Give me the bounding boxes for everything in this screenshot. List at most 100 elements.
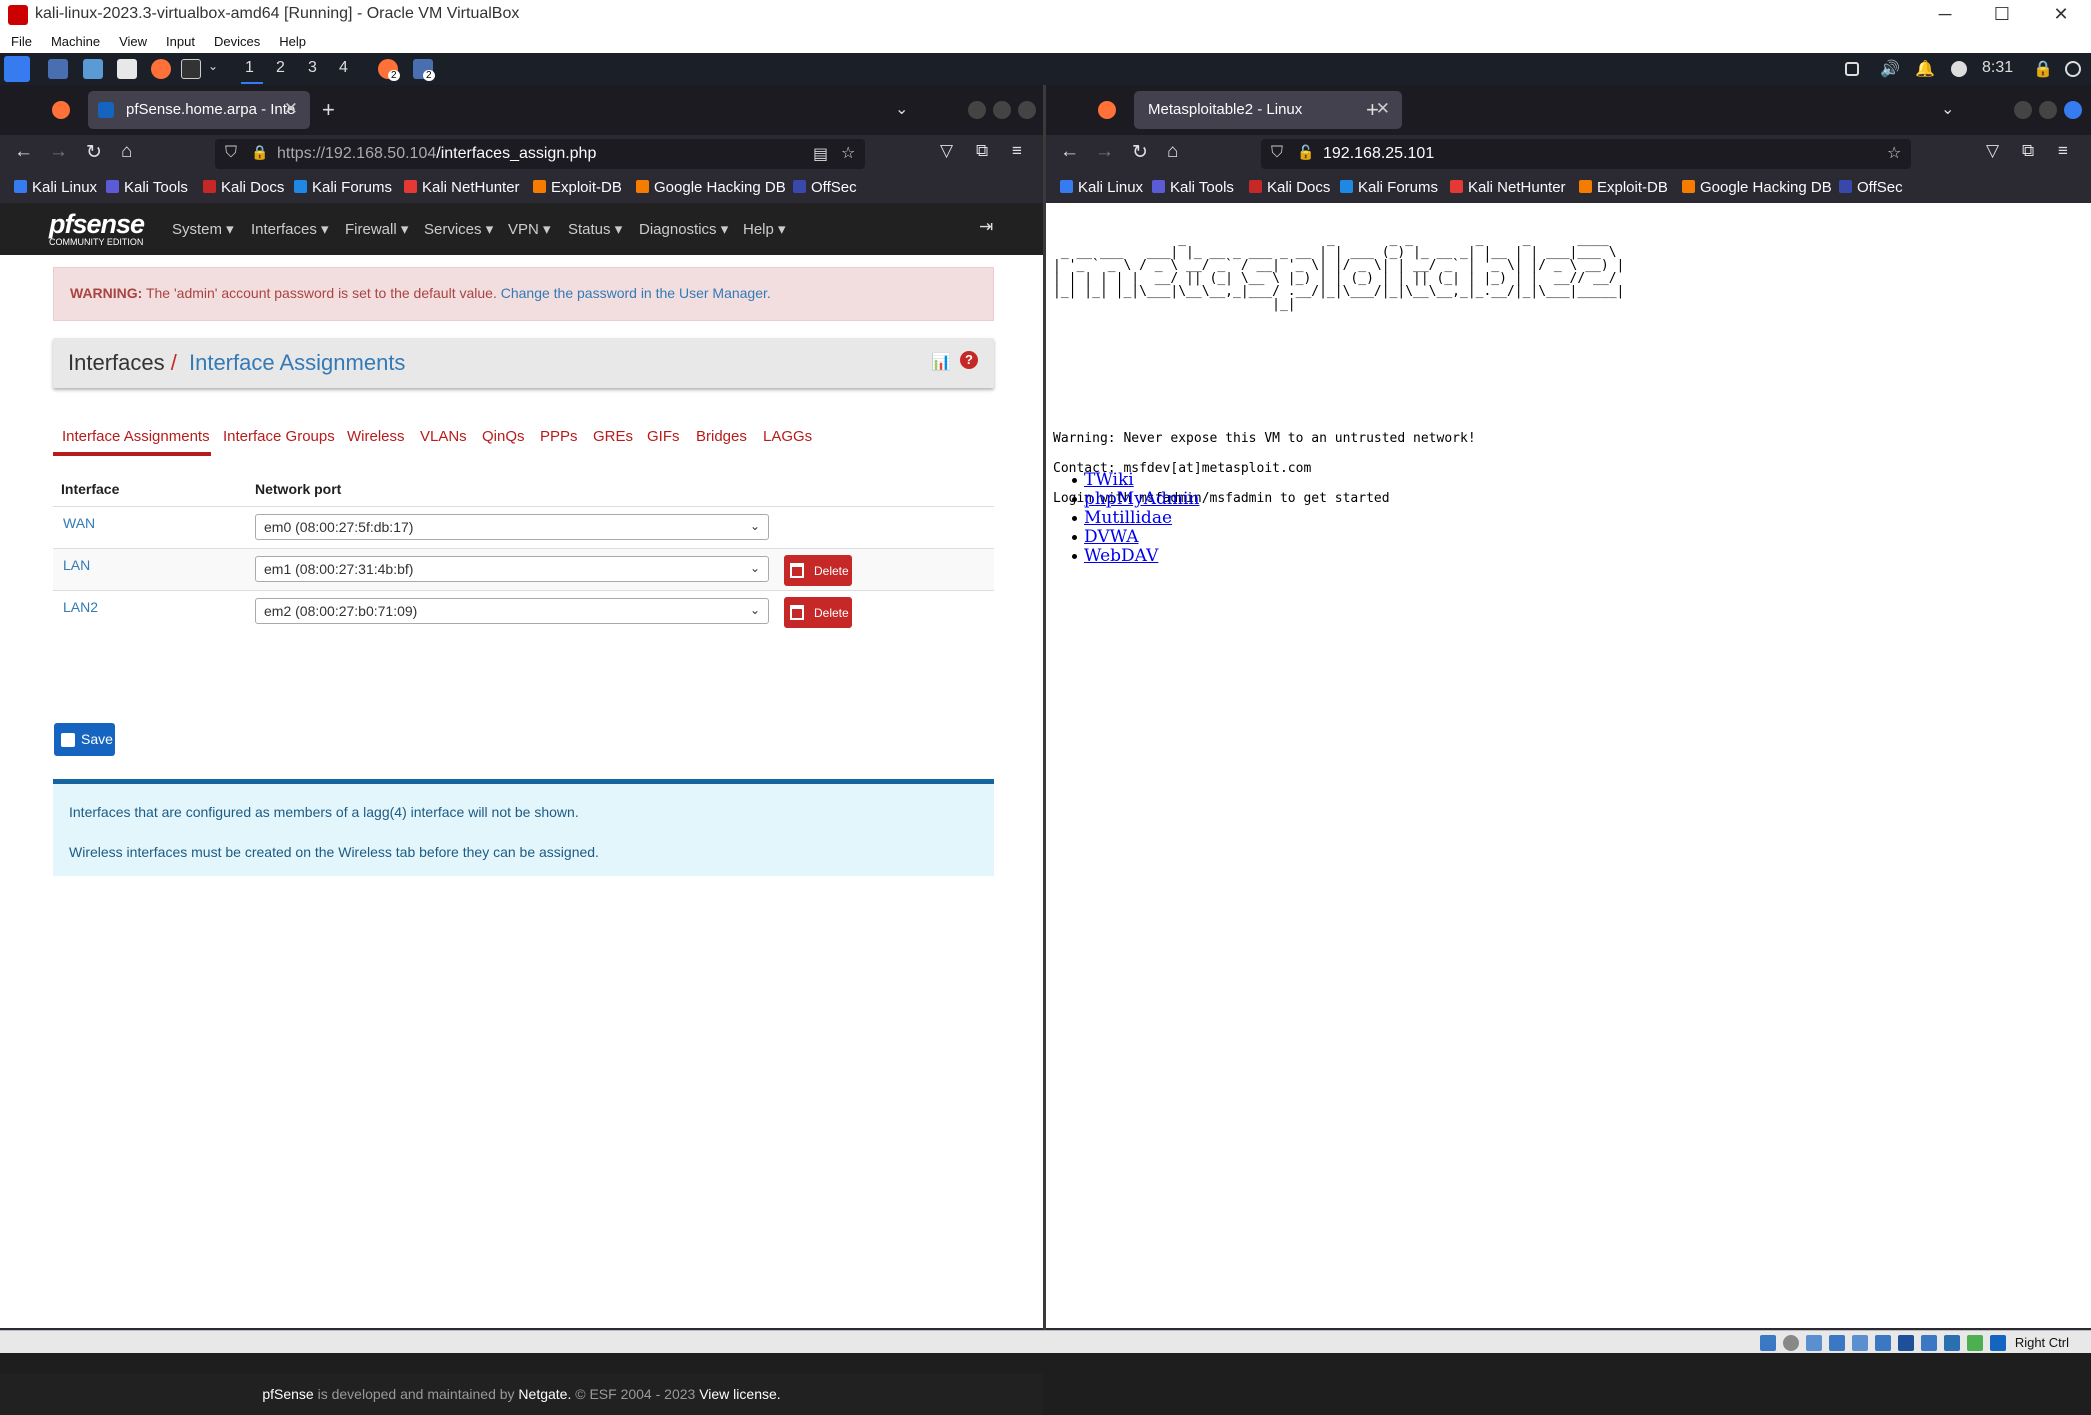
file-manager-icon[interactable] <box>83 59 103 79</box>
desktop-icon[interactable] <box>48 59 68 79</box>
nav-status[interactable]: Status ▾ <box>568 220 622 238</box>
tab-vlans[interactable]: VLANs <box>420 428 467 445</box>
bookmark-kali-nethunter[interactable]: Kali NetHunter <box>404 179 520 196</box>
tab-gres[interactable]: GREs <box>593 428 633 445</box>
firefox-icon[interactable] <box>151 59 171 79</box>
webdav-link[interactable]: WebDAV <box>1084 546 1158 566</box>
breadcrumb-root[interactable]: Interfaces <box>68 350 165 375</box>
tab-metasploitable[interactable]: Metasploitable2 - Linux ✕ <box>1134 91 1402 129</box>
save-button[interactable]: Save <box>54 723 115 756</box>
twiki-link[interactable]: TWiki <box>1084 470 1134 490</box>
menu-devices[interactable]: Devices <box>203 30 268 49</box>
chart-icon[interactable]: 📊 <box>931 352 951 372</box>
home-icon[interactable]: ⌂ <box>121 141 132 163</box>
breadcrumb-current[interactable]: Interface Assignments <box>189 350 405 375</box>
tab-interface-assignments[interactable]: Interface Assignments <box>62 428 210 445</box>
help-icon[interactable]: ? <box>960 351 978 369</box>
change-password-link[interactable]: Change the password in the User Manager. <box>501 285 771 301</box>
new-tab-icon[interactable]: + <box>322 97 335 123</box>
shield-icon[interactable]: ⛉ <box>1271 144 1283 162</box>
chevron-down-icon[interactable]: ⌄ <box>208 59 218 73</box>
nav-help[interactable]: Help ▾ <box>743 220 786 238</box>
firefox-view-icon[interactable] <box>1098 101 1116 119</box>
tab-bridges[interactable]: Bridges <box>696 428 747 445</box>
close-icon[interactable]: ✕ <box>2031 0 2091 30</box>
bookmark-kali-linux[interactable]: Kali Linux <box>14 179 97 196</box>
mutillidae-link[interactable]: Mutillidae <box>1084 508 1172 528</box>
dvwa-link[interactable]: DVWA <box>1084 527 1139 547</box>
power-icon[interactable] <box>1951 61 1967 77</box>
delete-button[interactable]: Delete <box>784 555 852 586</box>
netgate-link[interactable]: Netgate. <box>518 1386 571 1402</box>
nav-firewall[interactable]: Firewall ▾ <box>345 220 408 238</box>
back-icon[interactable]: ← <box>14 141 33 163</box>
menu-icon[interactable]: ≡ <box>1012 141 1022 161</box>
tab-qinqs[interactable]: QinQs <box>482 428 525 445</box>
close-window-icon[interactable] <box>2064 101 2082 119</box>
forward-icon[interactable]: → <box>49 141 68 163</box>
close-window-icon[interactable] <box>1018 101 1036 119</box>
bookmark-kali-docs[interactable]: Kali Docs <box>1249 179 1330 196</box>
menu-view[interactable]: View <box>108 30 155 49</box>
nav-services[interactable]: Services ▾ <box>424 220 493 238</box>
firefox-view-icon[interactable] <box>52 101 70 119</box>
display-icon[interactable] <box>1845 62 1859 76</box>
kali-menu-icon[interactable] <box>4 56 30 82</box>
display-icon[interactable] <box>1898 1335 1914 1351</box>
bookmark-exploit-db[interactable]: Exploit-DB <box>1579 179 1668 196</box>
pocket-icon[interactable]: ▽ <box>1986 141 1999 161</box>
maximize-window-icon[interactable] <box>993 101 1011 119</box>
tab-interface-groups[interactable]: Interface Groups <box>223 428 335 445</box>
audio-icon[interactable] <box>1806 1335 1822 1351</box>
terminal-icon[interactable] <box>181 59 201 79</box>
interface-link-lan2[interactable]: LAN2 <box>63 599 98 615</box>
text-editor-icon[interactable] <box>117 59 137 79</box>
menu-machine[interactable]: Machine <box>40 30 108 49</box>
network-port-select-lan2[interactable]: em2 (08:00:27:b0:71:09) ⌄ <box>255 598 769 624</box>
bookmark-exploit-db[interactable]: Exploit-DB <box>533 179 622 196</box>
bookmark-kali-linux[interactable]: Kali Linux <box>1060 179 1143 196</box>
network-icon[interactable] <box>1829 1335 1845 1351</box>
pocket-icon[interactable]: ▽ <box>940 141 953 161</box>
bookmark-kali-nethunter[interactable]: Kali NetHunter <box>1450 179 1566 196</box>
lock-warning-icon[interactable]: 🔒 <box>251 144 268 161</box>
bookmark-kali-tools[interactable]: Kali Tools <box>106 179 188 196</box>
close-tab-icon[interactable]: ✕ <box>284 99 298 119</box>
view-license-link[interactable]: View license. <box>699 1386 780 1402</box>
hard-disk-icon[interactable] <box>1760 1335 1776 1351</box>
tab-laggs[interactable]: LAGGs <box>763 428 812 445</box>
interface-link-lan[interactable]: LAN <box>63 557 90 573</box>
bookmark-star-icon[interactable]: ☆ <box>1887 143 1901 163</box>
bookmark-offsec[interactable]: OffSec <box>793 179 857 196</box>
bookmark-kali-tools[interactable]: Kali Tools <box>1152 179 1234 196</box>
nav-diagnostics[interactable]: Diagnostics ▾ <box>639 220 728 238</box>
minimize-window-icon[interactable] <box>2014 101 2032 119</box>
minimize-window-icon[interactable] <box>968 101 986 119</box>
network-port-select-lan[interactable]: em1 (08:00:27:31:4b:bf) ⌄ <box>255 556 769 582</box>
tab-wireless[interactable]: Wireless <box>347 428 405 445</box>
volume-icon[interactable]: 🔊 <box>1880 59 1900 79</box>
forward-icon[interactable]: → <box>1095 141 1114 163</box>
extensions-icon[interactable]: ⧉ <box>976 141 988 161</box>
tab-ppps[interactable]: PPPs <box>540 428 578 445</box>
bookmark-kali-docs[interactable]: Kali Docs <box>203 179 284 196</box>
back-icon[interactable]: ← <box>1060 141 1079 163</box>
mouse-integration-icon[interactable] <box>1967 1335 1983 1351</box>
workspace-3[interactable]: 3 <box>308 59 317 77</box>
optical-drive-icon[interactable] <box>1783 1335 1799 1351</box>
bookmark-star-icon[interactable]: ☆ <box>841 143 855 163</box>
nav-vpn[interactable]: VPN ▾ <box>508 220 551 238</box>
lock-icon[interactable]: 🔒 <box>2033 59 2053 79</box>
insecure-lock-icon[interactable]: 🔓 <box>1297 144 1314 161</box>
delete-button[interactable]: Delete <box>784 597 852 628</box>
menu-input[interactable]: Input <box>155 30 203 49</box>
tab-gifs[interactable]: GIFs <box>647 428 680 445</box>
maximize-window-icon[interactable] <box>2039 101 2057 119</box>
bookmark-google-hacking-db[interactable]: Google Hacking DB <box>1682 179 1832 196</box>
url-bar[interactable]: ⛉ 🔓 192.168.25.101 ☆ <box>1261 139 1911 169</box>
phpmyadmin-link[interactable]: phpMyAdmin <box>1084 489 1199 509</box>
nav-system[interactable]: System ▾ <box>172 220 234 238</box>
home-icon[interactable]: ⌂ <box>1167 141 1178 163</box>
url-bar[interactable]: ⛉ 🔒 https://192.168.50.104/interfaces_as… <box>215 139 865 169</box>
cpu-icon[interactable] <box>1944 1335 1960 1351</box>
